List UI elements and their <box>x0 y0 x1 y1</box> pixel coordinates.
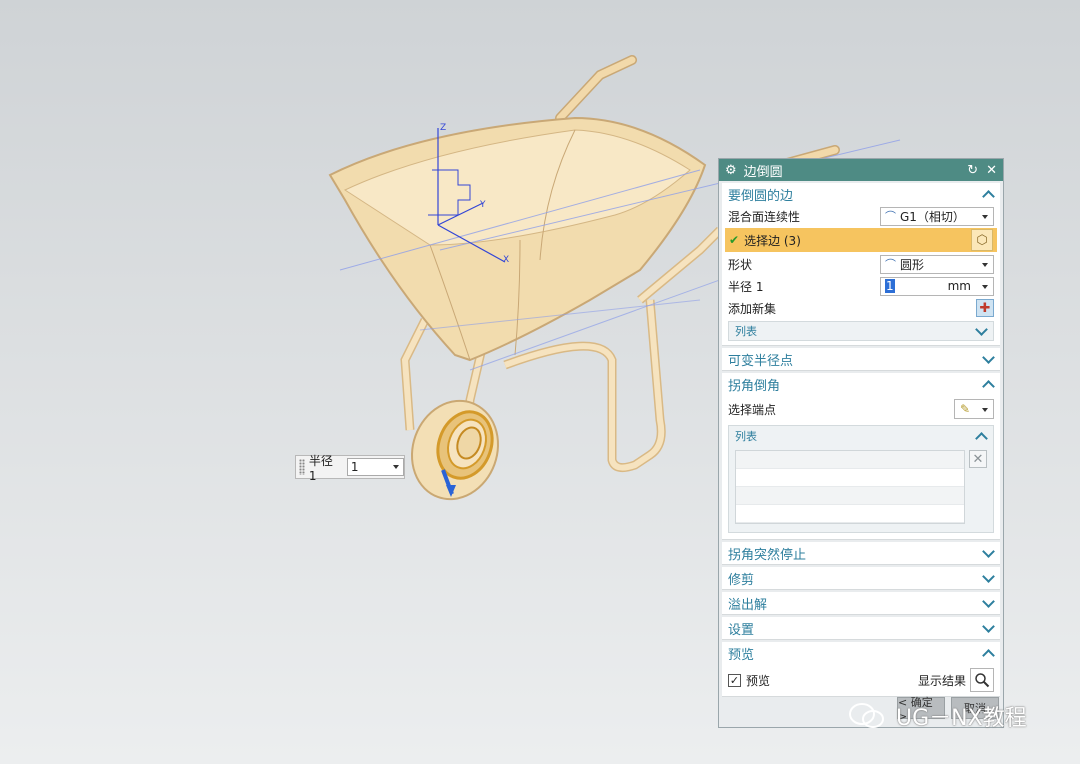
shape-label: 形状 <box>728 257 753 272</box>
chevron-down-icon <box>982 214 988 219</box>
wechat-icon <box>849 703 884 728</box>
section-trim: 修剪 <box>722 567 1000 590</box>
floating-radius-field[interactable]: 1 <box>346 458 404 476</box>
chevron-down-icon <box>982 622 994 634</box>
preview-checkbox-label: 预览 <box>746 673 771 688</box>
chevron-down-icon <box>982 547 994 559</box>
select-endpoint-label: 选择端点 <box>728 402 777 417</box>
preview-row: ✓ 预览 显示结果 <box>722 664 1000 696</box>
gear-icon: ⚙ <box>725 162 737 178</box>
show-result-label: 显示结果 <box>917 673 966 688</box>
checkmark-icon: ✔ <box>729 233 740 247</box>
section-overflow-title: 溢出解 <box>728 597 768 613</box>
section-variable-radius-header[interactable]: 可变半径点 <box>722 348 1000 370</box>
list-item[interactable] <box>736 505 964 523</box>
x-axis-label: X <box>503 255 509 265</box>
section-variable-radius: 可变半径点 <box>722 348 1000 371</box>
shape-select[interactable]: ⌒ 圆形 <box>880 254 994 274</box>
section-settings-header[interactable]: 设置 <box>722 617 1000 639</box>
setback-list-label: 列表 <box>735 430 757 443</box>
magnifier-icon <box>975 673 990 688</box>
add-set-icon[interactable]: ✚ <box>976 299 994 317</box>
add-set-label: 添加新集 <box>728 301 777 316</box>
watermark: UG－NX教程 <box>848 700 1027 732</box>
continuity-label: 混合面连续性 <box>728 209 801 224</box>
chevron-down-icon <box>982 262 988 267</box>
shape-icon: ⌒ <box>885 258 896 271</box>
chevron-up-icon <box>982 647 994 659</box>
close-icon[interactable]: ✕ <box>986 163 997 178</box>
chevron-down-icon <box>975 325 987 337</box>
section-overflow-header[interactable]: 溢出解 <box>722 592 1000 614</box>
chevron-up-icon <box>975 430 987 442</box>
dialog-title: 边倒圆 <box>743 164 783 180</box>
floating-radius-value: 1 <box>350 460 359 474</box>
section-trim-title: 修剪 <box>728 572 755 588</box>
shape-value: 圆形 <box>900 257 925 272</box>
section-settings: 设置 <box>722 617 1000 640</box>
continuity-select[interactable]: ⌒ G1（相切） <box>880 206 994 226</box>
radius-row: 半径 1 1 mm <box>722 275 1000 297</box>
delete-icon[interactable]: ✕ <box>969 450 987 468</box>
select-endpoint-row: 选择端点 ✎ <box>722 395 1000 423</box>
edges-list-header[interactable]: 列表 <box>728 321 994 341</box>
select-edge-label: 选择边 (3) <box>744 233 801 248</box>
setback-list-header[interactable]: 列表 <box>729 426 993 446</box>
edges-list-label: 列表 <box>735 325 757 338</box>
section-overflow: 溢出解 <box>722 592 1000 615</box>
chevron-down-icon <box>982 284 988 289</box>
drag-handle-icon[interactable] <box>299 459 305 475</box>
chevron-down-icon <box>982 353 994 365</box>
section-corner-stop-header[interactable]: 拐角突然停止 <box>722 542 1000 564</box>
chevron-down-icon <box>982 572 994 584</box>
setback-list-table[interactable] <box>735 450 965 524</box>
watermark-text: UG－NX教程 <box>896 706 1027 731</box>
point-dialog-button[interactable]: ✎ <box>954 399 994 419</box>
list-item[interactable] <box>736 487 964 505</box>
section-corner-stop: 拐角突然停止 <box>722 542 1000 565</box>
floating-radius-label: 半径 1 <box>308 453 333 483</box>
shape-row: 形状 ⌒ 圆形 <box>722 253 1000 275</box>
section-settings-title: 设置 <box>728 622 755 638</box>
list-item[interactable] <box>736 451 964 469</box>
continuity-value: G1（相切） <box>900 209 965 224</box>
section-corner-setback: 拐角倒角 选择端点 ✎ 列表 ✕ <box>722 373 1000 540</box>
preview-checkbox[interactable]: ✓ <box>728 673 741 687</box>
list-item[interactable] <box>736 469 964 487</box>
radius-input[interactable]: 1 mm <box>880 276 994 296</box>
radius-unit: mm <box>947 279 971 293</box>
reset-icon[interactable]: ↻ <box>967 163 978 178</box>
point-icon: ✎ <box>960 402 971 416</box>
chevron-down-icon <box>982 597 994 609</box>
radius-value: 1 <box>885 279 895 293</box>
section-edges: 要倒圆的边 混合面连续性 ⌒ G1（相切） ✔ 选择边 (3) ⬡ 形状 ⌒ 圆… <box>722 183 1000 346</box>
chevron-up-icon <box>982 188 994 200</box>
continuity-row: 混合面连续性 ⌒ G1（相切） <box>722 205 1000 227</box>
section-corner-stop-title: 拐角突然停止 <box>728 547 807 563</box>
add-set-row: 添加新集 ✚ <box>722 297 1000 319</box>
z-axis-label: Z <box>440 123 446 133</box>
chevron-down-icon[interactable] <box>393 465 399 469</box>
floating-radius-input: 半径 1 1 <box>295 454 405 483</box>
show-result-button[interactable] <box>970 668 994 692</box>
dialog-titlebar[interactable]: ⚙ 边倒圆 ↻ ✕ <box>719 159 1003 181</box>
chevron-up-icon <box>982 378 994 390</box>
section-trim-header[interactable]: 修剪 <box>722 567 1000 589</box>
section-corner-setback-title: 拐角倒角 <box>728 378 781 394</box>
section-edges-title: 要倒圆的边 <box>728 188 794 204</box>
section-preview: 预览 ✓ 预览 显示结果 <box>722 642 1000 697</box>
section-preview-header[interactable]: 预览 <box>722 642 1000 664</box>
section-variable-radius-title: 可变半径点 <box>728 353 794 369</box>
radius-label: 半径 1 <box>728 279 764 294</box>
y-axis-label: Y <box>479 200 486 210</box>
cube-icon[interactable]: ⬡ <box>971 229 993 251</box>
edge-blend-dialog: ⚙ 边倒圆 ↻ ✕ 要倒圆的边 混合面连续性 ⌒ G1（相切） ✔ 选择边 (3… <box>718 158 1004 728</box>
section-edges-header[interactable]: 要倒圆的边 <box>722 183 1000 205</box>
section-preview-title: 预览 <box>728 647 755 663</box>
chevron-down-icon <box>982 408 988 412</box>
continuity-icon: ⌒ <box>885 210 896 223</box>
select-edge-row[interactable]: ✔ 选择边 (3) ⬡ <box>725 228 997 252</box>
setback-list: 列表 ✕ <box>728 425 994 533</box>
section-corner-setback-header[interactable]: 拐角倒角 <box>722 373 1000 395</box>
